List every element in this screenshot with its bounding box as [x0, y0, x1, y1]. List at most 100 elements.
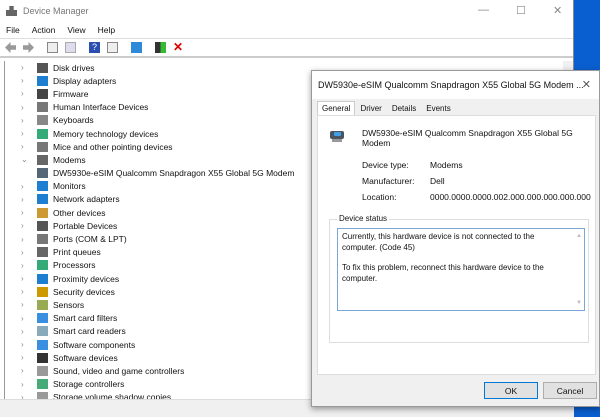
menu-view[interactable]: View	[67, 25, 85, 35]
scan-hardware-icon[interactable]	[131, 42, 142, 53]
status-line-1: Currently, this hardware device is not c…	[342, 232, 535, 252]
tab-general[interactable]: General	[317, 101, 356, 115]
chevron-right-icon[interactable]: ›	[21, 142, 31, 151]
device-category-icon	[37, 339, 48, 350]
device-category-icon	[37, 352, 48, 363]
menu-file[interactable]: File	[6, 25, 20, 35]
device-category-icon	[37, 286, 48, 297]
chevron-right-icon[interactable]: ›	[21, 274, 31, 283]
properties-dialog: DW5930e-eSIM Qualcomm Snapdragon X55 Glo…	[311, 70, 600, 407]
tab-details[interactable]: Details	[387, 102, 421, 115]
properties-icon[interactable]	[47, 42, 58, 53]
chevron-right-icon[interactable]: ›	[21, 208, 31, 217]
tree-item-label: Memory technology devices	[53, 128, 159, 139]
device-manager-icon	[6, 6, 17, 16]
device-category-icon	[37, 207, 48, 218]
device-category-icon	[37, 194, 48, 205]
tree-item-label: Other devices	[53, 207, 106, 218]
back-icon[interactable]	[5, 42, 16, 53]
device-category-icon	[37, 260, 48, 271]
help-icon[interactable]: ?	[89, 42, 100, 53]
tab-driver[interactable]: Driver	[355, 102, 386, 115]
tree-item-label: Storage volume shadow copies	[53, 392, 172, 399]
tree-item-label: Proximity devices	[53, 273, 120, 284]
menu-action[interactable]: Action	[32, 25, 56, 35]
device-category-icon	[37, 313, 48, 324]
chevron-right-icon[interactable]: ›	[21, 353, 31, 362]
tree-item-label: Display adapters	[53, 75, 117, 86]
chevron-right-icon[interactable]: ›	[21, 129, 31, 138]
device-category-icon	[37, 379, 48, 390]
chevron-right-icon[interactable]: ›	[21, 366, 31, 375]
update-driver-icon[interactable]	[107, 42, 118, 53]
general-panel: DW5930e-eSIM Qualcomm Snapdragon X55 Glo…	[317, 115, 596, 375]
chevron-right-icon[interactable]: ›	[21, 89, 31, 98]
tree-item-label: Storage controllers	[53, 379, 125, 390]
tab-events[interactable]: Events	[421, 102, 455, 115]
device-category-icon	[37, 168, 48, 179]
enable-device-icon[interactable]	[155, 42, 166, 53]
device-category-icon	[37, 62, 48, 73]
ok-button[interactable]: OK	[484, 382, 538, 399]
tree-item-label: Ports (COM & LPT)	[53, 234, 127, 245]
show-hidden-icon[interactable]	[65, 42, 76, 53]
menu-help[interactable]: Help	[98, 25, 115, 35]
chevron-right-icon[interactable]: ›	[21, 221, 31, 230]
device-category-icon	[37, 392, 48, 399]
scroll-down-icon[interactable]: ▼	[576, 298, 582, 309]
device-type-label: Device type:	[362, 160, 409, 170]
menu-bar: File Action View Help	[0, 22, 573, 38]
scroll-up-icon[interactable]: ▲	[576, 231, 582, 242]
chevron-right-icon[interactable]: ›	[21, 76, 31, 85]
device-category-icon	[37, 234, 48, 245]
modem-icon	[328, 128, 346, 144]
device-status-text[interactable]: Currently, this hardware device is not c…	[337, 228, 585, 311]
tree-item-label: Print queues	[53, 247, 101, 258]
chevron-right-icon[interactable]: ›	[21, 63, 31, 72]
uninstall-icon[interactable]: ✕	[173, 41, 184, 53]
forward-icon[interactable]	[23, 42, 34, 53]
tree-item-label: Monitors	[53, 181, 86, 192]
window-title: Device Manager	[23, 6, 89, 16]
chevron-right-icon[interactable]: ›	[21, 235, 31, 244]
tree-item-label: Sound, video and game controllers	[53, 365, 185, 376]
manufacturer-value: Dell	[430, 176, 445, 186]
location-label: Location:	[362, 192, 397, 202]
location-row: Location: 0000.0000.0000.002.000.000.000.…	[362, 192, 591, 202]
chevron-right-icon[interactable]: ›	[21, 380, 31, 389]
chevron-right-icon[interactable]: ›	[21, 300, 31, 309]
device-category-icon	[37, 115, 48, 126]
tree-item-label: Modems	[53, 154, 86, 165]
title-bar: Device Manager — ☐ ✕	[0, 0, 573, 22]
device-category-icon	[37, 365, 48, 376]
chevron-right-icon[interactable]: ›	[21, 314, 31, 323]
location-value: 0000.0000.0000.002.000.000.000.000.000	[430, 192, 591, 202]
chevron-right-icon[interactable]: ›	[21, 287, 31, 296]
chevron-right-icon[interactable]: ›	[21, 116, 31, 125]
tree-item-label: Software devices	[53, 352, 118, 363]
cancel-button[interactable]: Cancel	[543, 382, 597, 399]
chevron-right-icon[interactable]: ›	[21, 327, 31, 336]
minimize-button[interactable]: —	[478, 4, 489, 16]
chevron-right-icon[interactable]: ›	[21, 340, 31, 349]
tree-item-label: Smart card readers	[53, 326, 126, 337]
device-category-icon	[37, 220, 48, 231]
chevron-right-icon[interactable]: ›	[21, 103, 31, 112]
tree-item-label: Human Interface Devices	[53, 102, 149, 113]
device-category-icon	[37, 299, 48, 310]
device-category-icon	[37, 141, 48, 152]
dialog-close-button[interactable]: ✕	[582, 78, 591, 91]
device-category-icon	[37, 154, 48, 165]
chevron-right-icon[interactable]: ›	[21, 261, 31, 270]
tree-item-label: Disk drives	[53, 62, 95, 73]
tree-item-label: Network adapters	[53, 194, 120, 205]
dialog-tabs: General Driver Details Events	[312, 101, 599, 115]
chevron-right-icon[interactable]: ›	[21, 182, 31, 191]
close-button[interactable]: ✕	[553, 4, 562, 17]
maximize-button[interactable]: ☐	[516, 4, 526, 17]
device-category-icon	[37, 75, 48, 86]
chevron-right-icon[interactable]: ›	[21, 195, 31, 204]
chevron-down-icon[interactable]: ⌄	[21, 155, 31, 164]
device-status-label: Device status	[337, 214, 390, 223]
chevron-right-icon[interactable]: ›	[21, 248, 31, 257]
